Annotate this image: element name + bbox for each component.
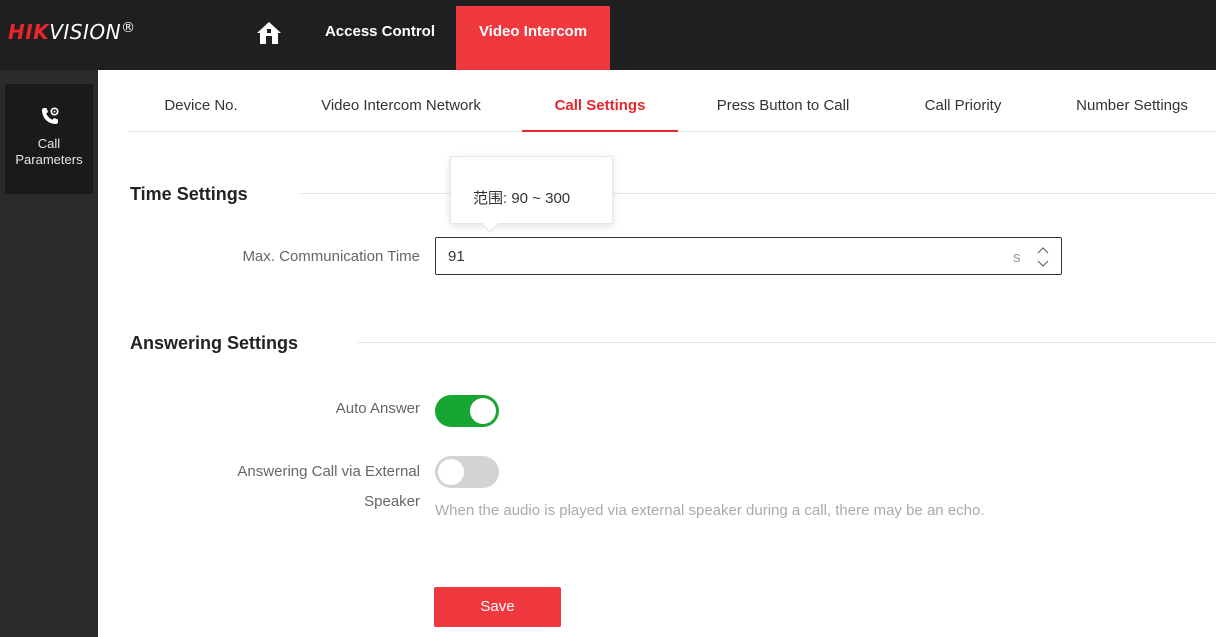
top-navigation-bar: HIKVISION® Access Control Video Intercom [0, 0, 1216, 70]
toggle-knob [470, 398, 496, 424]
nav-video-intercom[interactable]: Video Intercom [456, 6, 610, 70]
external-speaker-label: Answering Call via External [237, 463, 420, 480]
max-communication-time-input[interactable]: 91 s [435, 237, 1062, 275]
phone-gear-icon [42, 107, 59, 124]
answering-settings-heading: Answering Settings [130, 333, 299, 353]
external-speaker-hint: When the audio is played via external sp… [435, 502, 985, 519]
auto-answer-label: Auto Answer [335, 400, 420, 417]
input-value: 91 [448, 248, 465, 265]
unit-label: s [1013, 249, 1021, 266]
hikvision-logo: HIKVISION® [8, 20, 136, 44]
external-speaker-toggle[interactable] [435, 456, 499, 488]
nav-access-control[interactable]: Access Control [306, 6, 454, 70]
section-divider [357, 342, 1216, 343]
tab-press-button-to-call[interactable]: Press Button to Call [688, 88, 878, 131]
range-tooltip: 范围: 90 ~ 300 [450, 156, 613, 224]
toggle-knob [438, 459, 464, 485]
save-button[interactable]: Save [434, 587, 561, 627]
sidebar: Call Parameters [0, 70, 98, 637]
tab-video-intercom-network[interactable]: Video Intercom Network [290, 88, 512, 131]
tab-call-settings[interactable]: Call Settings [522, 88, 678, 132]
time-settings-heading: Time Settings [130, 184, 248, 204]
auto-answer-toggle[interactable] [435, 395, 499, 427]
max-communication-time-label: Max. Communication Time [242, 248, 420, 265]
sidebar-item-call-parameters[interactable]: Call Parameters [5, 84, 93, 194]
settings-tabs: Device No. Video Intercom Network Call S… [128, 88, 1216, 132]
home-icon[interactable] [256, 20, 282, 46]
sidebar-item-label: Call Parameters [15, 136, 83, 167]
external-speaker-label-line2: Speaker [364, 493, 420, 510]
tab-device-no[interactable]: Device No. [146, 88, 256, 131]
section-divider [613, 193, 1216, 194]
spinner-stepper-icon[interactable] [1034, 243, 1052, 271]
section-divider [300, 193, 450, 194]
tab-call-priority[interactable]: Call Priority [898, 88, 1028, 131]
tab-number-settings[interactable]: Number Settings [1052, 88, 1212, 131]
